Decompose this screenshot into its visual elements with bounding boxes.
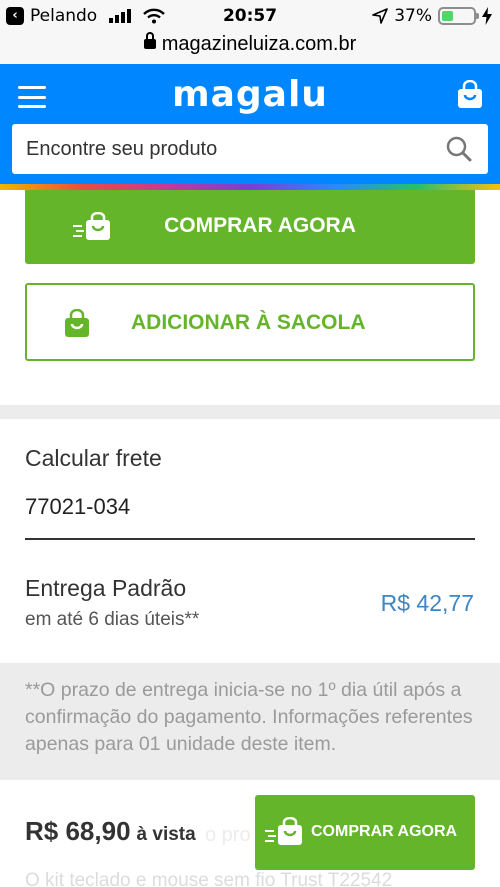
shipping-option-time: em até 6 dias úteis** [25, 609, 200, 630]
shopping-bag-icon [65, 309, 89, 337]
price-suffix: à vista [136, 824, 196, 845]
freight-title: Calcular frete [25, 445, 162, 471]
cep-input[interactable]: 77021-034 [25, 494, 475, 540]
buy-now-button[interactable]: COMPRAR AGORA [25, 190, 475, 264]
status-bar: ‹ Pelando 20:57 37% [0, 0, 500, 32]
lock-icon [143, 32, 156, 49]
magalu-logo[interactable]: magalu [0, 74, 500, 115]
sticky-buy-bar: o pro O kit teclado e mouse sem fio Trus… [0, 780, 500, 887]
search-icon[interactable] [446, 136, 472, 162]
sticky-buy-now-label: COMPRAR AGORA [311, 823, 458, 840]
add-to-bag-button[interactable]: ADICIONAR À SACOLA [25, 283, 475, 361]
url-text: magazineluiza.com.br [161, 33, 357, 55]
product-price: R$ 68,90 à vista [25, 816, 196, 847]
shopping-bag-icon[interactable] [456, 80, 484, 110]
background-content-text: o pro [205, 824, 251, 846]
search-input[interactable] [26, 124, 426, 174]
add-to-bag-label: ADICIONAR À SACOLA [131, 311, 366, 334]
background-content-text: O kit teclado e mouse sem fio Trust T225… [25, 870, 393, 887]
battery-percent: 37% [394, 6, 432, 26]
status-right: 37% [372, 6, 492, 26]
cep-value: 77021-034 [25, 494, 131, 519]
address-bar[interactable]: magazineluiza.com.br [0, 32, 500, 64]
location-arrow-icon [372, 8, 389, 24]
shipping-option-price: R$ 42,77 [380, 590, 474, 616]
site-header: magalu [0, 64, 500, 188]
battery-level [442, 11, 454, 21]
fast-bag-icon [265, 817, 302, 845]
buy-now-label: COMPRAR AGORA [164, 214, 356, 237]
shipping-option-name: Entrega Padrão [25, 575, 187, 601]
delivery-note: **O prazo de entrega inicia-se no 1º dia… [0, 663, 500, 780]
search-box [12, 124, 488, 174]
charging-bolt-icon [482, 7, 492, 25]
section-divider [0, 405, 500, 419]
sticky-buy-now-button[interactable]: COMPRAR AGORA [255, 795, 475, 870]
price-value: R$ 68,90 [25, 816, 131, 846]
battery-icon [438, 7, 479, 25]
